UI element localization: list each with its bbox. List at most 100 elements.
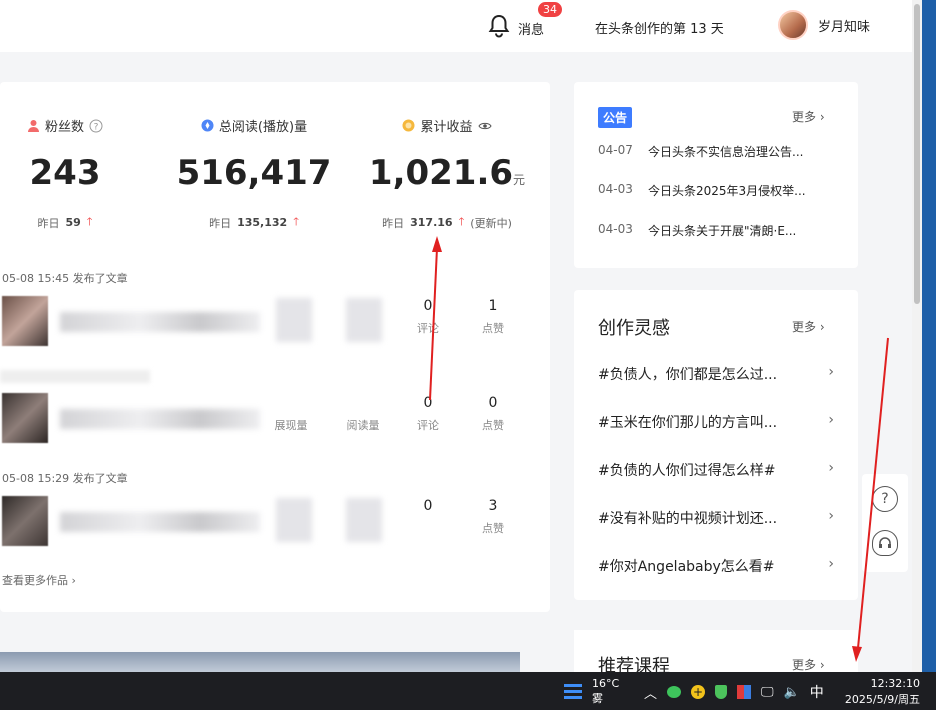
post-title-blurred[interactable]	[60, 409, 260, 429]
topic-item[interactable]: #玉米在你们那儿的方言叫... ›	[598, 412, 834, 432]
read-icon	[201, 119, 214, 132]
income-metric[interactable]: 累计收益 1,021.6元 昨日 317.16 🡑 (更新中)	[362, 116, 532, 232]
notice-card: 公告 更多 › 04-07 今日头条不实信息治理公告... 04-03 今日头条20…	[574, 82, 858, 268]
chevron-right-icon: ›	[819, 320, 825, 334]
notice-item[interactable]: 04-03 今日头条关于开展"清朗·E...	[598, 222, 796, 239]
fans-metric[interactable]: 粉丝数 ? 243 昨日 59 🡑	[0, 116, 145, 232]
creation-days-text: 在头条创作的第 13 天	[595, 22, 724, 37]
plus-icon[interactable]: +	[691, 685, 706, 699]
up-arrow-icon: 🡑	[86, 215, 93, 228]
blurred-stat	[276, 298, 312, 342]
metric-value: 516,417	[176, 153, 332, 193]
notification-label: 消息	[518, 22, 545, 38]
notice-item[interactable]: 04-03 今日头条2025年3月侵权举...	[598, 182, 806, 199]
ime-indicator[interactable]: 中	[810, 682, 824, 702]
comment-stat[interactable]: 0 评论	[403, 395, 453, 433]
up-arrow-icon: 🡑	[293, 215, 299, 228]
more-works-link[interactable]: 查看更多作品 ›	[2, 572, 76, 588]
volume-icon[interactable]: 🔈	[784, 685, 800, 700]
question-icon[interactable]: ?	[872, 486, 898, 512]
comment-stat[interactable]: 0 评论	[403, 298, 453, 336]
status-text: (更新中)	[470, 216, 512, 230]
windows-taskbar: 16°C 雾 ︿ + 🖵 🔈 中 12:32:10 2025/5/9/周五	[0, 672, 936, 710]
yesterday-label: 昨日	[37, 216, 60, 230]
topic-item[interactable]: #你对Angelababy怎么看# ›	[598, 556, 834, 576]
chevron-right-icon: ›	[819, 110, 825, 124]
post-thumbnail[interactable]	[2, 393, 48, 443]
like-stat[interactable]: 0 点赞	[468, 395, 518, 433]
weather-widget[interactable]: 16°C 雾	[564, 676, 619, 706]
like-stat[interactable]: 3 点赞	[468, 498, 518, 536]
windows-security-icon[interactable]	[737, 685, 752, 699]
wechat-icon[interactable]	[667, 686, 682, 698]
widgets-icon[interactable]	[564, 683, 582, 699]
blurred-stat	[276, 498, 312, 542]
headset-icon[interactable]	[872, 530, 898, 556]
yesterday-value: 135,132	[237, 216, 288, 229]
weather-text: 雾	[592, 692, 603, 705]
feed-meta: 05-08 15:29 发布了文章	[2, 472, 128, 485]
yesterday-value: 59	[65, 216, 81, 229]
post-thumbnail[interactable]	[2, 496, 48, 546]
post-thumbnail[interactable]	[2, 296, 48, 346]
post-title-blurred[interactable]	[60, 312, 260, 332]
metric-value: 1,021.6元	[368, 153, 526, 193]
network-icon[interactable]: 🖵	[761, 685, 774, 700]
income-icon	[402, 119, 415, 132]
comment-stat[interactable]: 0	[403, 498, 453, 520]
notice-pill: 公告	[598, 107, 633, 128]
chevron-up-icon[interactable]: ︿	[644, 683, 657, 702]
courses-more-link[interactable]: 更多 ›	[792, 656, 825, 673]
user-name[interactable]: 岁月知味	[818, 16, 870, 35]
topic-item[interactable]: #负债人，你们都是怎么过... ›	[598, 364, 834, 384]
chevron-right-icon: ›	[828, 556, 834, 572]
metric-label: 总阅读(播放)量	[218, 120, 308, 135]
yesterday-label: 昨日	[382, 216, 405, 230]
reads-stat[interactable]: 0 阅读量	[338, 395, 388, 433]
shield-icon[interactable]	[715, 685, 728, 699]
scrollbar[interactable]	[912, 0, 922, 672]
top-header: 34 消息 在头条创作的第 13 天 岁月知味	[0, 0, 912, 52]
notice-item[interactable]: 04-07 今日头条不实信息治理公告...	[598, 143, 803, 160]
chevron-right-icon: ›	[828, 412, 834, 428]
chevron-right-icon: ›	[819, 658, 825, 672]
post-title-blurred[interactable]	[60, 512, 260, 532]
bell-icon	[488, 14, 510, 42]
inspiration-more-link[interactable]: 更多 ›	[792, 318, 825, 335]
list-item[interactable]: 0 展现量 0 阅读量 0 评论 0 点赞	[0, 370, 540, 447]
avatar[interactable]	[778, 10, 808, 40]
up-arrow-icon: 🡑	[458, 215, 465, 228]
metric-value: 243	[29, 153, 101, 193]
chevron-right-icon: ›	[828, 508, 834, 524]
chevron-right-icon: ›	[828, 460, 834, 476]
topic-item[interactable]: #负债的人你们过得怎么样# ›	[598, 460, 834, 480]
chevron-right-icon: ›	[71, 574, 76, 587]
date-text: 2025/5/9/周五	[844, 693, 920, 706]
inspiration-card: 创作灵感 更多 › #负债人，你们都是怎么过... › #玉米在你们那儿的方言叫.…	[574, 290, 858, 600]
bottom-banner	[0, 652, 520, 672]
user-profile[interactable]: 岁月知味	[778, 10, 870, 40]
floating-help-panel: ?	[862, 474, 908, 572]
metric-label: 累计收益	[420, 120, 473, 135]
temperature-text: 16°C	[592, 677, 620, 690]
time-text: 12:32:10	[870, 677, 920, 690]
list-item[interactable]: 05-08 15:45 发布了文章 0 评论 1 点赞	[0, 270, 540, 350]
notification-count-badge: 34	[538, 2, 562, 17]
list-item[interactable]: 05-08 15:29 发布了文章 0 3 点赞	[0, 470, 540, 550]
impressions-stat[interactable]: 0 展现量	[266, 395, 316, 433]
help-icon[interactable]: ?	[89, 119, 103, 133]
notification-button[interactable]: 34 消息	[488, 2, 562, 42]
stats-card: 粉丝数 ? 243 昨日 59 🡑 总阅读(播放)量 516,417 昨日 13…	[0, 82, 550, 612]
metric-label: 粉丝数	[44, 120, 84, 135]
yesterday-value: 317.16	[410, 216, 453, 229]
feed-meta: 05-08 15:45 发布了文章	[2, 272, 128, 285]
desktop-edge	[922, 0, 936, 672]
topic-item[interactable]: #没有补贴的中视频计划还... ›	[598, 508, 834, 528]
eye-icon[interactable]	[477, 121, 492, 131]
notice-more-link[interactable]: 更多 ›	[792, 108, 825, 125]
reads-metric[interactable]: 总阅读(播放)量 516,417 昨日 135,132 🡑	[174, 116, 334, 232]
like-stat[interactable]: 1 点赞	[468, 298, 518, 336]
system-tray: ︿ + 🖵 🔈 中	[644, 682, 824, 702]
clock[interactable]: 12:32:10 2025/5/9/周五	[838, 676, 920, 708]
scrollbar-thumb[interactable]	[914, 4, 920, 304]
